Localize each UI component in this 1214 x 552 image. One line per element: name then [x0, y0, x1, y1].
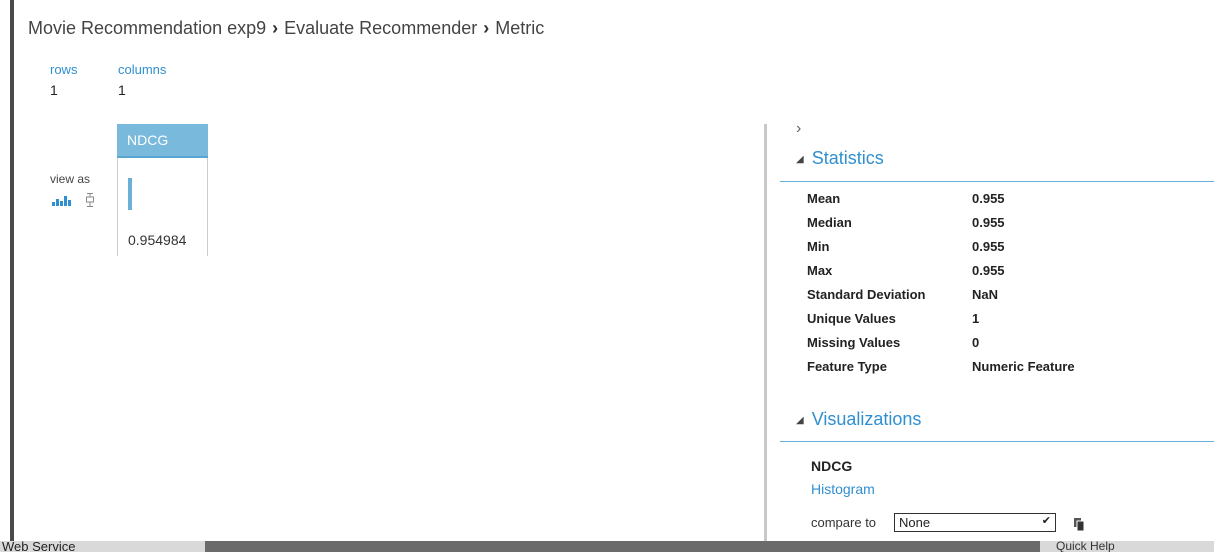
panel-splitter[interactable] [764, 124, 767, 544]
section-divider [780, 181, 1214, 182]
histogram-link[interactable]: Histogram [811, 481, 875, 497]
stat-label: Feature Type [807, 359, 887, 374]
breadcrumb-experiment[interactable]: Movie Recommendation exp9 [28, 18, 266, 38]
compare-selected-value: None [899, 515, 931, 530]
stat-label: Standard Deviation [807, 287, 926, 302]
stat-value: 0.955 [972, 191, 1005, 206]
triangle-icon: ◢ [796, 154, 804, 165]
stat-value: 0 [972, 335, 980, 350]
stat-value: 0.955 [972, 215, 1005, 230]
rows-label: rows [50, 62, 78, 77]
column-header-ndcg[interactable]: NDCG [117, 124, 208, 158]
histogram-icon[interactable] [52, 193, 74, 211]
stat-label: Max [807, 263, 833, 278]
breadcrumb-separator-icon: › [483, 18, 490, 38]
copy-icon[interactable] [1074, 518, 1085, 536]
stat-label: Missing Values [807, 335, 901, 350]
columns-value: 1 [118, 82, 126, 98]
stat-label: Min [807, 239, 830, 254]
stat-value: 1 [972, 311, 980, 326]
stat-label: Unique Values [807, 311, 896, 326]
section-divider [780, 441, 1214, 442]
breadcrumb-module[interactable]: Evaluate Recommender [284, 18, 477, 38]
columns-label: columns [118, 62, 167, 77]
boxplot-icon[interactable] [85, 193, 95, 212]
triangle-icon: ◢ [796, 415, 804, 426]
stat-value: 0.955 [972, 239, 1005, 254]
collapse-panel-icon[interactable]: › [796, 120, 801, 138]
breadcrumb-output: Metric [495, 18, 545, 38]
stat-label: Median [807, 215, 852, 230]
stat-value: NaN [972, 287, 999, 302]
mini-histogram-bar [128, 178, 132, 210]
visualizations-section-toggle[interactable]: ◢ Visualizations [796, 409, 921, 430]
web-service-tab[interactable]: Web Service [0, 541, 205, 552]
view-as-label: view as [50, 172, 91, 186]
visualization-column-name: NDCG [811, 458, 853, 474]
column-body: 0.954984 [117, 158, 208, 256]
compare-to-label: compare to [811, 515, 877, 530]
breadcrumb-separator-icon: › [272, 18, 279, 38]
rows-value: 1 [50, 82, 58, 98]
statistics-title: Statistics [811, 148, 884, 168]
chevron-down-icon: ✔ [1041, 515, 1051, 527]
stat-label: Mean [807, 191, 841, 206]
compare-to-select[interactable]: None ✔ [894, 513, 1056, 532]
stat-value: Numeric Feature [972, 359, 1075, 374]
visualizations-title: Visualizations [811, 409, 922, 429]
breadcrumb: Movie Recommendation exp9 › Evaluate Recom… [28, 18, 544, 39]
cell-value: 0.954984 [128, 232, 187, 248]
statistics-section-toggle[interactable]: ◢ Statistics [796, 148, 884, 169]
quick-help-button[interactable]: Quick Help [1040, 541, 1214, 552]
stat-value: 0.955 [972, 263, 1005, 278]
left-gutter [0, 0, 14, 552]
